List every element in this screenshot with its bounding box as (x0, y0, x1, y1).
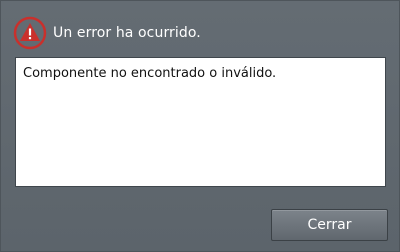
error-warning-icon (13, 16, 47, 50)
message-box: Componente no encontrado o inválido. (15, 57, 386, 187)
dialog-header: Un error ha ocurrido. (13, 16, 201, 50)
error-message: Componente no encontrado o inválido. (23, 66, 277, 81)
error-dialog: Un error ha ocurrido. Componente no enco… (0, 0, 400, 252)
close-button[interactable]: Cerrar (271, 209, 388, 241)
dialog-title: Un error ha ocurrido. (53, 25, 201, 41)
